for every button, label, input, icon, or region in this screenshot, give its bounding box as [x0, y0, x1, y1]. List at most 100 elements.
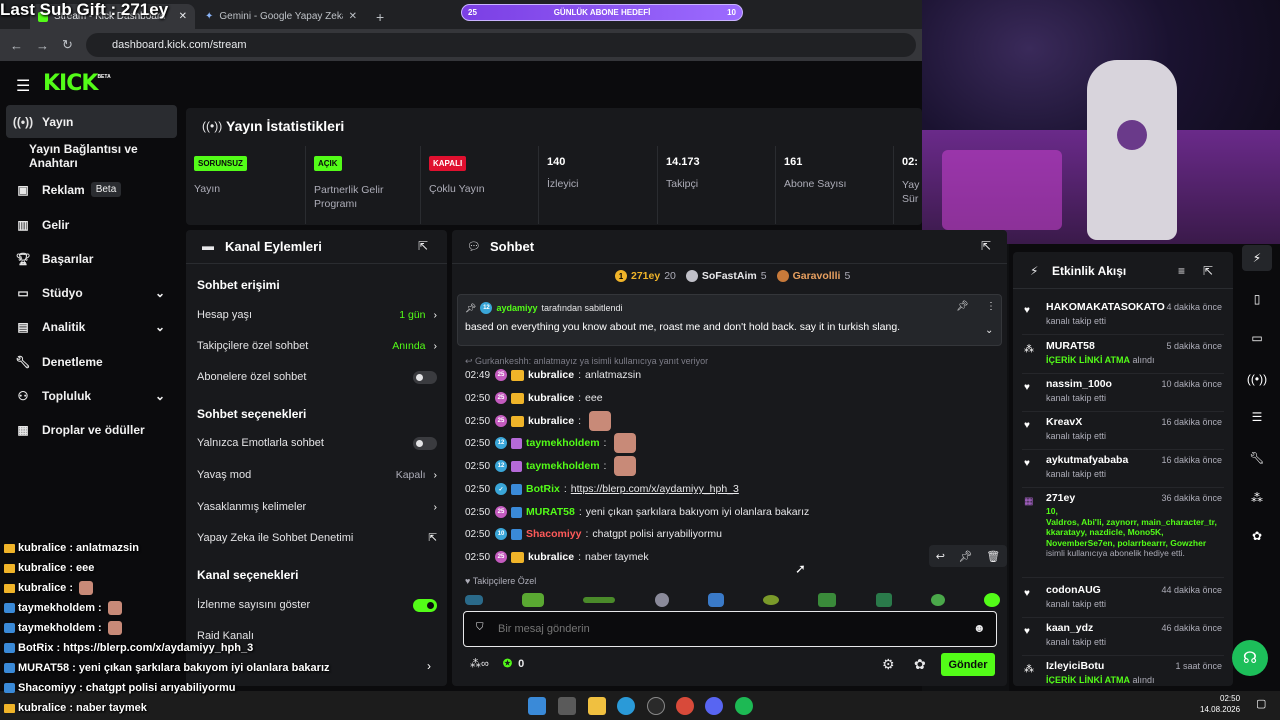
- emote-icon[interactable]: [818, 593, 837, 607]
- edge-browser-icon[interactable]: [617, 697, 635, 715]
- activity-item[interactable]: ⁂ IzleyiciBotu 1 saat önce İÇERİK LİNKİ ATM…: [1022, 656, 1224, 684]
- message-username[interactable]: MURAT58: [526, 506, 575, 518]
- emote-icon[interactable]: [707, 593, 724, 607]
- reply-icon[interactable]: ↩: [936, 550, 945, 563]
- chat-message[interactable]: 02:50 25 kubralice:: [465, 411, 612, 431]
- close-tab-icon[interactable]: ✕: [179, 11, 187, 22]
- expand-icon[interactable]: ⌄: [985, 325, 993, 336]
- windows-start-icon[interactable]: [528, 697, 546, 715]
- message-username[interactable]: kubralice: [528, 415, 574, 427]
- subscribers-only-toggle[interactable]: [413, 370, 437, 384]
- emoji-icon[interactable]: ☻: [973, 621, 986, 635]
- rail-community-button[interactable]: ⁂: [1242, 485, 1272, 511]
- chevron-right-icon[interactable]: ›: [427, 659, 431, 673]
- emote-icon[interactable]: [465, 595, 483, 605]
- emote-icon[interactable]: [875, 593, 892, 607]
- activity-item[interactable]: ♥ aykutmafyababa 16 dakika önce kanalı taki…: [1022, 450, 1224, 488]
- kick-logo[interactable]: KICK BETA: [43, 71, 111, 96]
- sidebar-item-droplar[interactable]: ▦ Droplar ve ödüller: [6, 413, 177, 446]
- sidebar-item-yayin[interactable]: ((•)) Yayın: [6, 105, 177, 138]
- activity-item[interactable]: ♥ nassim_100o 10 dakika önce kanalı takip e…: [1022, 374, 1224, 412]
- activity-item[interactable]: ♥ codonAUG 44 dakika önce kanalı takip etti: [1022, 580, 1224, 618]
- emote-icon[interactable]: [522, 593, 545, 607]
- delete-icon[interactable]: 🗑︎: [986, 550, 1000, 563]
- obs-icon[interactable]: [647, 697, 665, 715]
- message-username[interactable]: BotRix: [526, 483, 560, 495]
- popout-icon[interactable]: ⇱: [981, 239, 991, 253]
- filter-icon[interactable]: ≡: [1178, 264, 1185, 278]
- support-headset-button[interactable]: ☊: [1232, 640, 1268, 676]
- message-username[interactable]: kubralice: [528, 551, 574, 563]
- chat-message[interactable]: 02:50 25 kubralice: eee: [465, 388, 603, 408]
- message-username[interactable]: kubralice: [528, 392, 574, 404]
- rail-broadcast-button[interactable]: ((•)): [1242, 366, 1272, 392]
- chat-message[interactable]: 02:49 25 kubralice: anlatmazsin: [465, 365, 641, 385]
- pin-icon[interactable]: 📌︎: [959, 550, 973, 563]
- chat-message[interactable]: 02:50 12 taymekholdem:: [465, 456, 637, 476]
- more-options-icon[interactable]: ⋮: [986, 301, 996, 312]
- infinity-points-icon[interactable]: ⁂∞: [470, 657, 489, 670]
- menu-icon[interactable]: ☰: [16, 76, 30, 96]
- browser-tab-gemini[interactable]: ✦ Gemini - Google Yapay Zeka'ya de ✕: [197, 4, 365, 29]
- leader-item[interactable]: Garavollli 5: [776, 270, 850, 282]
- spotify-icon[interactable]: [735, 697, 753, 715]
- activity-item[interactable]: ♥ kaan_ydz 46 dakika önce kanalı takip etti: [1022, 618, 1224, 656]
- slow-mode-row[interactable]: Yavaş mod Kapalı ›: [197, 465, 437, 485]
- sidebar-item-topluluk[interactable]: ⚇ Topluluk ⌄: [6, 379, 177, 412]
- channel-points-icon[interactable]: ✪: [503, 657, 512, 670]
- emote-icon[interactable]: [983, 593, 1000, 607]
- url-field[interactable]: dashboard.kick.com/stream: [86, 33, 916, 57]
- notification-icon[interactable]: ▢: [1256, 697, 1266, 710]
- file-explorer-icon[interactable]: [588, 697, 606, 715]
- activity-item[interactable]: ⁂ MURAT58 5 dakika önce İÇERİK LİNKİ ATMA a…: [1022, 336, 1224, 374]
- popout-icon[interactable]: ⇱: [418, 239, 428, 253]
- emote-icon[interactable]: [763, 595, 780, 605]
- message-text[interactable]: https://blerp.com/x/aydamiyy_hph_3: [571, 483, 739, 495]
- unpin-icon[interactable]: 📌︎: [956, 301, 969, 312]
- banned-words-row[interactable]: Yasaklanmış kelimeler ›: [197, 497, 437, 517]
- account-age-row[interactable]: Hesap yaşı 1 gün ›: [197, 305, 437, 325]
- close-tab-icon[interactable]: ✕: [349, 11, 357, 22]
- taskbar-clock[interactable]: 02:50 14.08.2026: [1200, 693, 1240, 715]
- chat-message[interactable]: 02:50 ✓ BotRix: https://blerp.com/x/aydamiy…: [465, 479, 739, 499]
- followers-only-row[interactable]: Takipçilere özel sohbet Anında ›: [197, 336, 437, 356]
- chrome-icon[interactable]: [676, 697, 694, 715]
- leader-item[interactable]: 1 271ey 20: [615, 270, 676, 282]
- forward-arrow-icon[interactable]: →: [36, 38, 49, 53]
- sidebar-item-analitik[interactable]: ▤ Analitik ⌄: [6, 310, 177, 343]
- settings-icon[interactable]: ⚙: [882, 656, 895, 673]
- discord-icon[interactable]: [705, 697, 723, 715]
- leader-item[interactable]: SoFastAim 5: [685, 270, 767, 282]
- emote-only-toggle[interactable]: [413, 436, 437, 450]
- ai-moderation-row[interactable]: Yapay Zeka ile Sohbet Denetimi ⇱: [197, 528, 437, 548]
- chat-message[interactable]: 02:50 25 MURAT58: yeni çıkan şarkılara bakı…: [465, 502, 809, 522]
- chat-message[interactable]: 02:50 10 Shacomiyy: chatgpt polisi arıyabil…: [465, 524, 722, 544]
- send-button[interactable]: Gönder: [941, 653, 995, 676]
- chat-input[interactable]: ⛉ ☻: [463, 611, 997, 647]
- message-username[interactable]: kubralice: [528, 369, 574, 381]
- popout-icon[interactable]: ⇱: [1203, 264, 1213, 278]
- rail-rewards-button[interactable]: ✿: [1242, 523, 1272, 549]
- back-arrow-icon[interactable]: ←: [10, 38, 23, 53]
- reload-icon[interactable]: ↻: [62, 37, 73, 53]
- emote-icon[interactable]: [930, 594, 945, 606]
- rail-lightning-button[interactable]: ⚡︎: [1242, 245, 1272, 271]
- show-viewcount-toggle[interactable]: [413, 598, 437, 612]
- new-tab-button[interactable]: +: [368, 4, 388, 29]
- sidebar-item-stream-key[interactable]: Yayın Bağlantısı ve Anahtarı: [6, 139, 177, 172]
- sidebar-item-reklam[interactable]: ▣ Reklam Beta: [6, 173, 177, 206]
- chat-message[interactable]: 02:50 12 taymekholdem:: [465, 433, 637, 453]
- rail-chat-button[interactable]: ▭: [1242, 325, 1272, 351]
- emote-icon[interactable]: [583, 597, 616, 603]
- rail-mod-button[interactable]: ☰: [1242, 404, 1272, 430]
- sidebar-item-gelir[interactable]: ▥ Gelir: [6, 208, 177, 241]
- sidebar-item-studyo[interactable]: ▭ Stüdyo ⌄: [6, 276, 177, 309]
- activity-item[interactable]: ▦ 271ey 36 dakika önce 10, Valdros, Abi'li…: [1022, 488, 1224, 578]
- message-username[interactable]: taymekholdem: [526, 460, 600, 472]
- rail-notes-button[interactable]: ▯: [1242, 286, 1272, 312]
- rewards-icon[interactable]: ✿: [914, 656, 926, 673]
- chat-message[interactable]: 02:50 25 kubralice: naber taymek: [465, 547, 649, 567]
- emote-icon[interactable]: [654, 593, 669, 607]
- sidebar-item-basarilar[interactable]: 🏆︎ Başarılar: [6, 242, 177, 275]
- message-username[interactable]: Shacomiyy: [526, 528, 581, 540]
